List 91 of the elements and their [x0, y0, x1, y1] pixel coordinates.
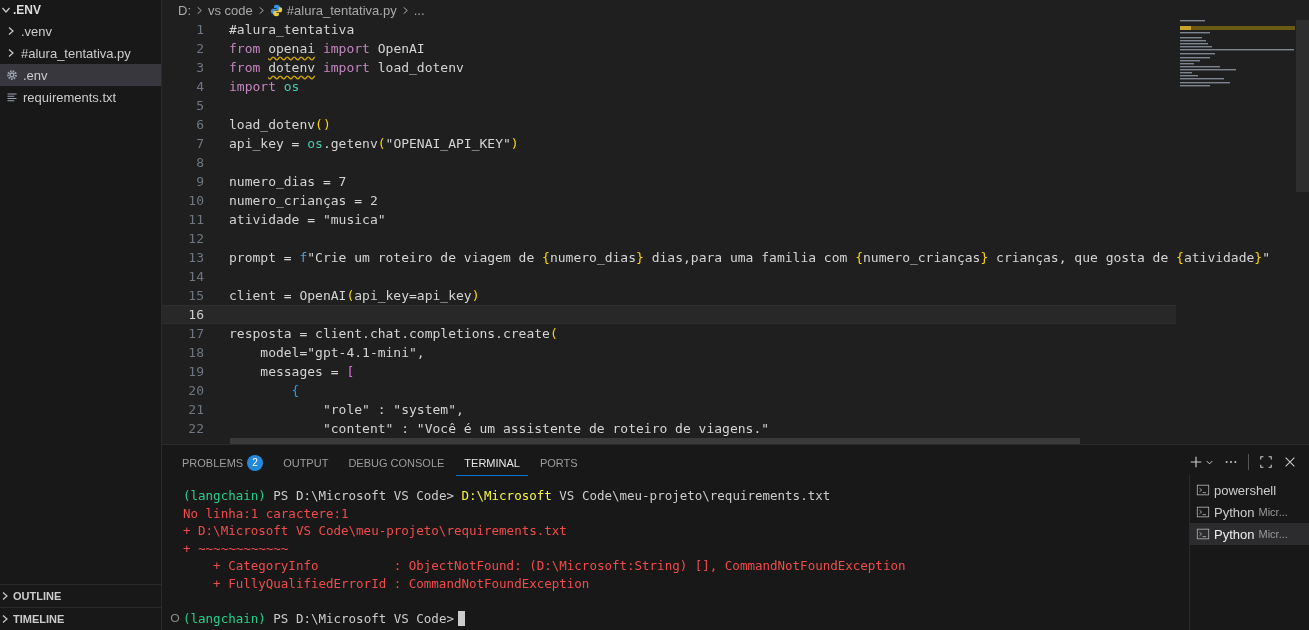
error-output: + D:\Microsoft VS Code\meu-projeto\requirements.txt [183, 523, 567, 539]
terminal-icon [1196, 527, 1210, 541]
circle-icon [170, 613, 180, 624]
code-line: from dotenv import load_dotenv [229, 60, 464, 75]
terminal-name: Python [1214, 526, 1255, 542]
panel-tab[interactable]: OUTPUT [275, 448, 337, 476]
file-tree-item[interactable]: .venv [0, 20, 161, 42]
python-file-icon [269, 3, 283, 17]
maximize-icon[interactable] [1259, 455, 1273, 469]
error-output: No linha:1 caractere:1 [183, 505, 349, 521]
line-number: 20 [187, 383, 204, 398]
terminal-line: (langchain) PS D:\Microsoft VS Code> D:\Microsoft VS Code\meu-projeto\requirements.txt [183, 488, 831, 504]
line-number: 10 [187, 193, 204, 208]
line-number: 9 [195, 174, 204, 189]
code-line: import os [229, 79, 300, 94]
add-icon[interactable] [1189, 455, 1203, 469]
code-line: "role" : "system", [321, 402, 464, 417]
code-line: model="gpt-4.1-mini", [259, 345, 425, 360]
text-cursor [457, 610, 465, 626]
line-number: 11 [187, 212, 204, 227]
code-line: #alura_tentativa [229, 22, 355, 37]
chevron-icon [0, 591, 10, 601]
line-number: 8 [195, 155, 204, 170]
terminal-detail: Micr... [1258, 506, 1288, 518]
line-number: 19 [187, 364, 204, 379]
line-number: 2 [195, 41, 204, 56]
code-line: resposta = client.chat.completions.create( [229, 326, 558, 341]
terminal-icon [1196, 505, 1210, 519]
breadcrumb-item[interactable]: #alura_tentativa.py [286, 2, 397, 18]
code-line: messages = [ [259, 364, 355, 379]
file-tree-item[interactable]: .env [0, 64, 161, 86]
explorer-folder-header[interactable]: .ENV [0, 0, 161, 20]
sidebar-section-header[interactable]: OUTLINE [0, 584, 161, 607]
vertical-scrollbar[interactable] [1296, 20, 1309, 192]
error-output: + FullyQualifiedErrorId : CommandNotFoundException [212, 575, 590, 591]
code-line: from openai import OpenAI [229, 41, 425, 56]
line-number: 21 [187, 402, 204, 417]
line-number: 7 [195, 136, 204, 151]
terminal-name: powershell [1214, 482, 1277, 498]
line-number: 17 [187, 326, 204, 341]
code-line: load_dotenv() [229, 117, 331, 132]
code-line: numero_crianças = 2 [229, 193, 378, 208]
terminal-icon [1196, 483, 1210, 497]
line-number: 14 [187, 269, 204, 284]
panel-tab[interactable]: PORTS [531, 448, 586, 476]
terminal-list-item[interactable]: powershell [1190, 479, 1309, 501]
code-line: client = OpenAI(api_key=api_key) [229, 288, 480, 303]
sidebar-section-header[interactable]: TIMELINE [0, 607, 161, 630]
line-number: 4 [195, 79, 204, 94]
line-number: 22 [187, 421, 204, 436]
line-number: 16 [187, 307, 204, 322]
chevron-icon [0, 614, 10, 624]
line-number: 1 [195, 22, 204, 37]
chevron-icon [1, 5, 11, 15]
chevron-icon [195, 5, 204, 15]
line-number: 6 [195, 117, 204, 132]
line-number: 5 [195, 98, 204, 113]
panel-tab[interactable]: DEBUG CONSOLE [340, 448, 453, 476]
file-tree-item[interactable]: requirements.txt [0, 86, 161, 108]
code-line: numero_dias = 7 [229, 174, 347, 189]
text-lines-icon [6, 91, 18, 103]
terminal-name: Python [1214, 504, 1255, 520]
code-line: api_key = os.getenv("OPENAI_API_KEY") [229, 136, 519, 151]
breadcrumb-item[interactable]: D: [178, 2, 191, 18]
code-line: "content" : "Você é um assistente de roteiro de viagens." [321, 421, 770, 436]
error-output: + ~~~~~~~~~~~~ [183, 540, 289, 556]
line-number: 15 [187, 288, 204, 303]
panel-tab[interactable]: TERMINAL [456, 448, 528, 476]
code-line: prompt = f"Crie um roteiro de viagem de {numero_dias} dias,para uma familia com {numero_crianças} crianças, que gosta de {atividade}" [229, 250, 1270, 265]
file-tree-item[interactable]: #alura_tentativa.py [0, 42, 161, 64]
count-badge: 2 [247, 454, 264, 471]
chevron-icon [6, 48, 16, 58]
panel-tab[interactable]: PROBLEMS 2 [174, 446, 272, 478]
terminal-list-item[interactable]: Python Micr... [1190, 523, 1309, 545]
terminal-detail: Micr... [1258, 528, 1288, 540]
line-number: 12 [187, 231, 204, 246]
breadcrumb-item[interactable]: vs code [208, 2, 253, 18]
close-icon[interactable] [1283, 455, 1297, 469]
terminal-line: (langchain) PS D:\Microsoft VS Code> [183, 610, 454, 626]
minimap-drawing[interactable] [1180, 18, 1295, 88]
line-number: 3 [195, 60, 204, 75]
terminal-list-item[interactable]: Python Micr... [1190, 501, 1309, 523]
chevron-icon [6, 26, 16, 36]
error-output: + CategoryInfo : ObjectNotFound: (D:\Microsoft:String) [], CommandNotFoundException [212, 558, 906, 574]
breadcrumb-item[interactable]: ... [413, 2, 425, 18]
code-line: { [290, 383, 300, 398]
horizontal-scrollbar[interactable] [230, 438, 1080, 444]
line-number: 18 [187, 345, 204, 360]
gear-icon [6, 69, 18, 81]
code-line: atividade = "musica" [229, 212, 386, 227]
line-number: 13 [187, 250, 204, 265]
